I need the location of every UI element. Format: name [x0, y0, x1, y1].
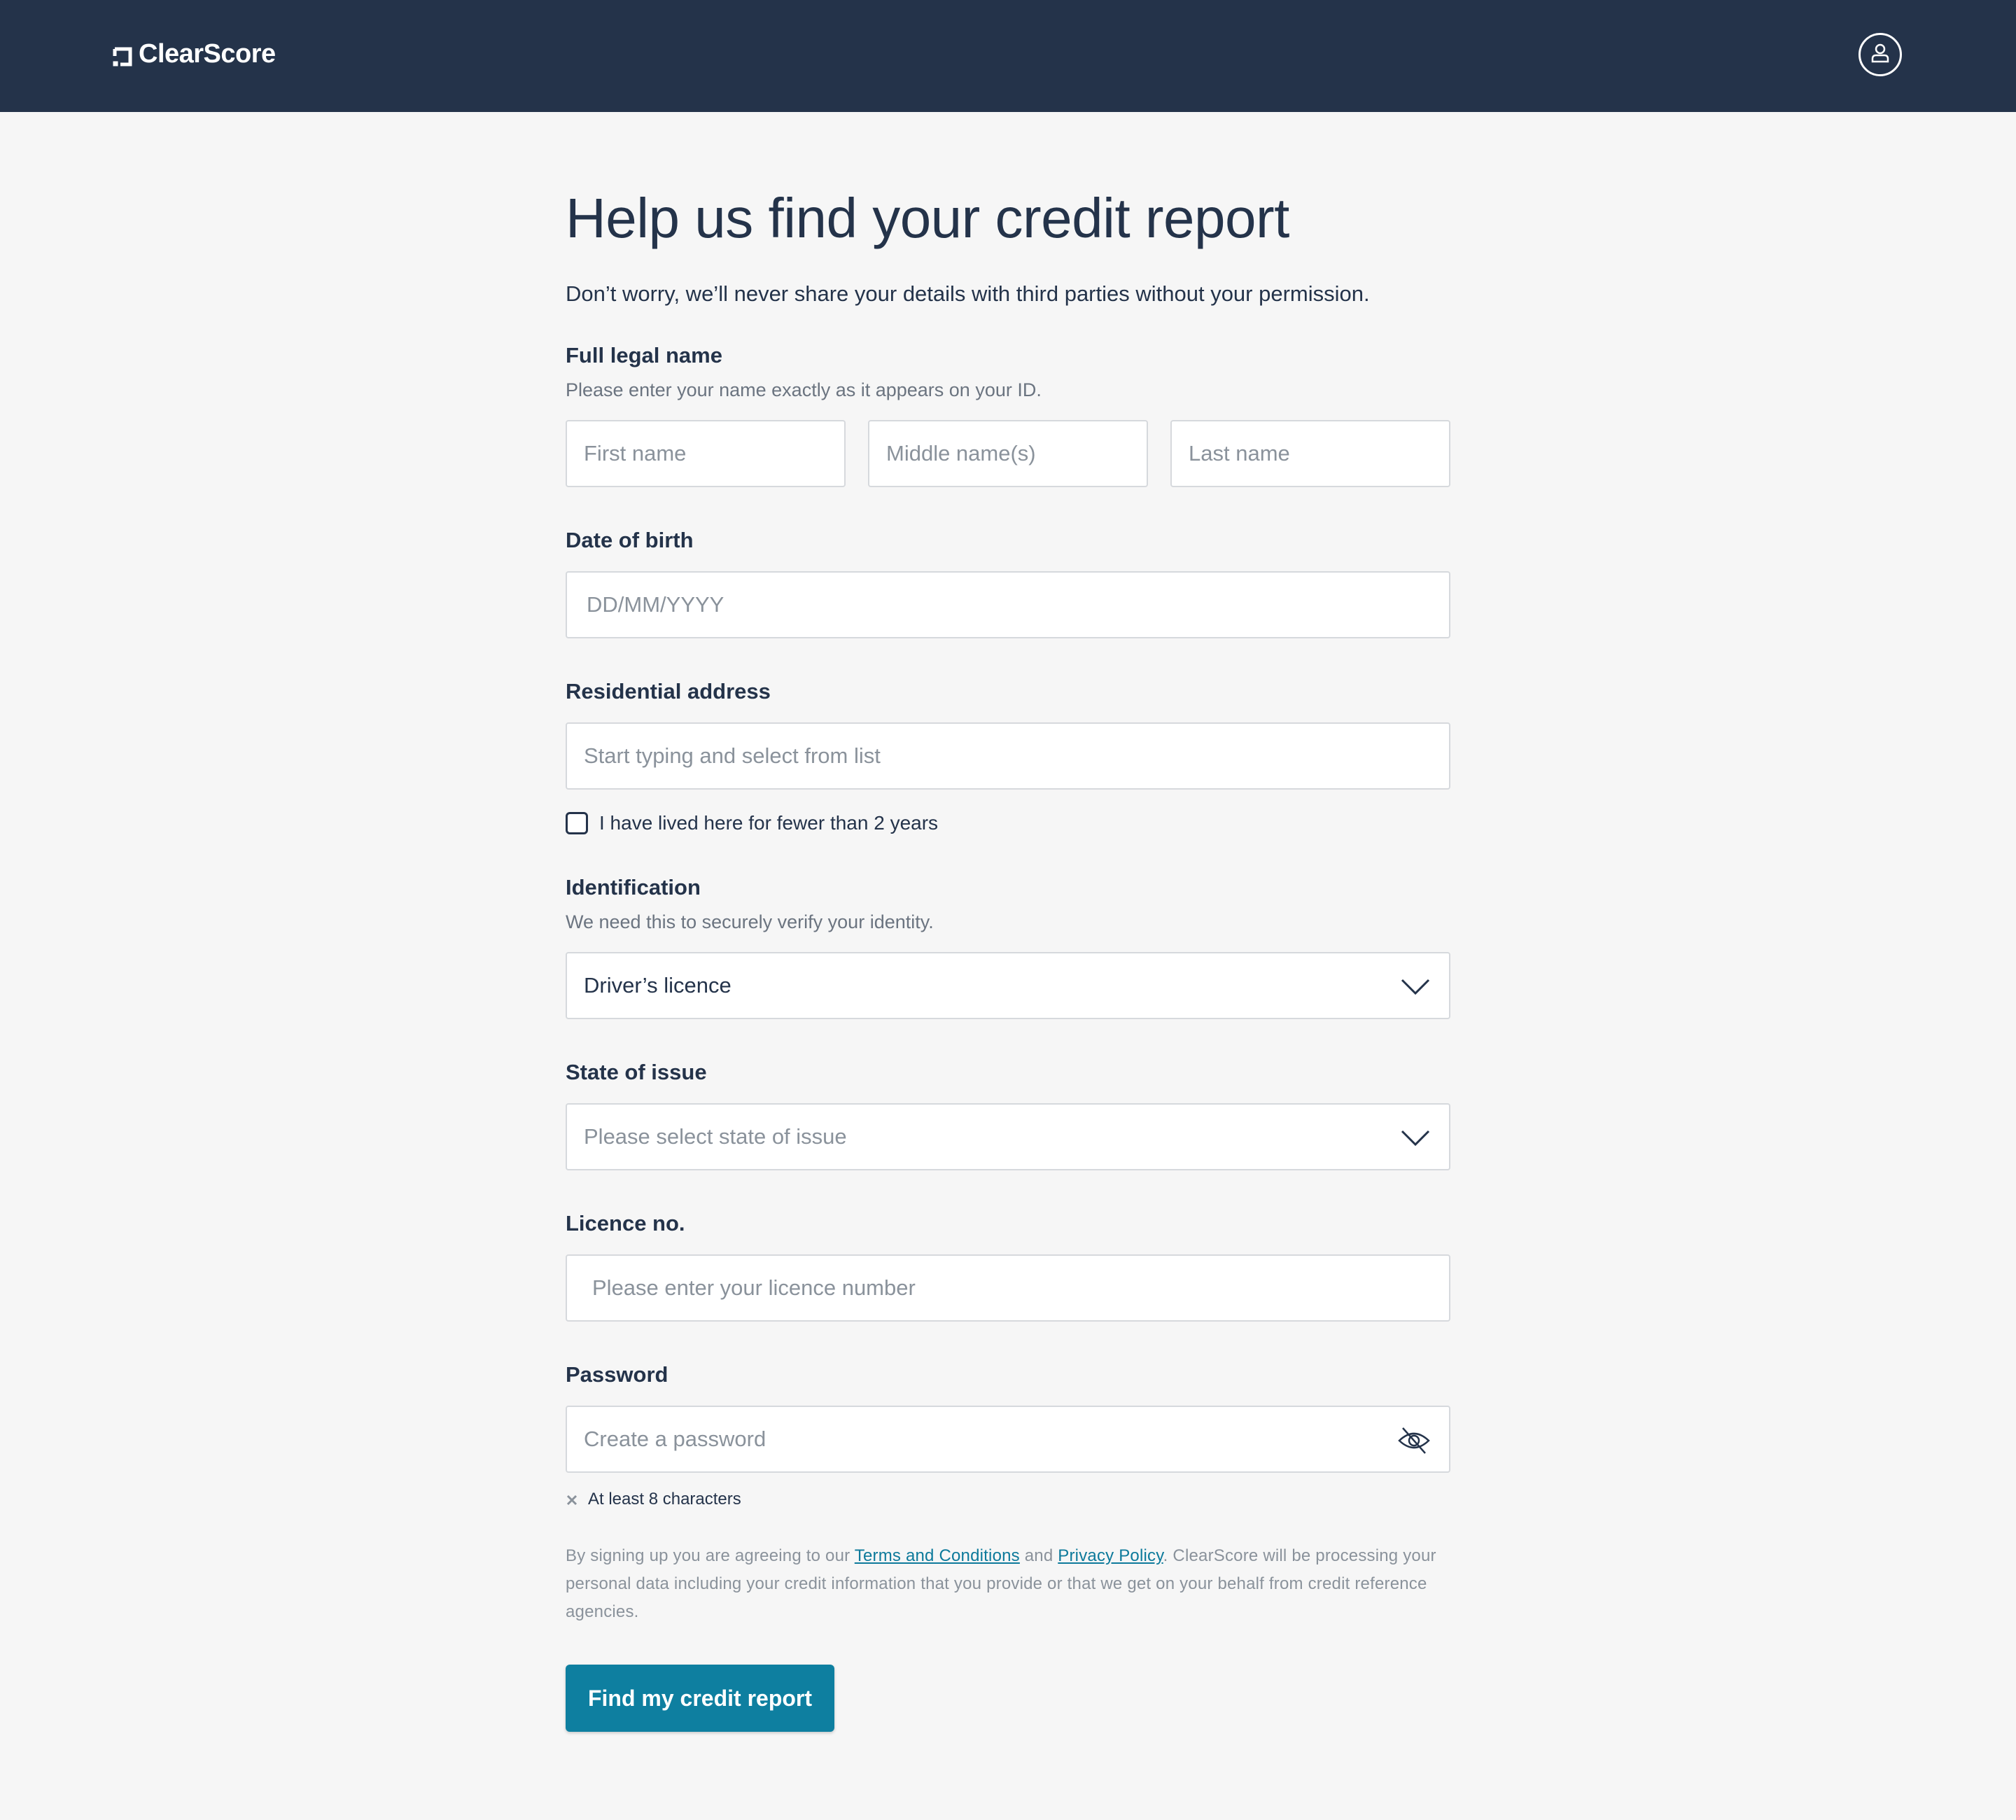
dob-input[interactable]: DD/MM/YYYY — [566, 571, 1450, 638]
chevron-down-icon — [1400, 1124, 1431, 1152]
brand-name: ClearScore — [139, 39, 276, 69]
identification-selected-value: Driver’s licence — [584, 973, 732, 997]
identification-help: We need this to securely verify your ide… — [566, 911, 934, 932]
full-name-label: Full legal name — [566, 343, 722, 368]
password-placeholder: Create a password — [584, 1427, 766, 1451]
middle-name-input[interactable]: Middle name(s) — [868, 420, 1148, 487]
licence-input[interactable]: Please enter your licence number — [566, 1254, 1450, 1322]
identification-label: Identification — [566, 875, 701, 899]
lived-here-checkbox[interactable] — [566, 812, 588, 834]
dob-label: Date of birth — [566, 528, 694, 552]
state-placeholder: Please select state of issue — [584, 1124, 847, 1149]
password-requirement: At least 8 characters — [588, 1490, 741, 1508]
identification-select[interactable]: Driver’s licence — [566, 952, 1450, 1019]
terms-link[interactable]: Terms and Conditions — [855, 1546, 1020, 1565]
password-input[interactable]: Create a password — [566, 1406, 1450, 1473]
eye-off-icon[interactable] — [1397, 1424, 1431, 1457]
user-icon — [1870, 43, 1891, 67]
account-button[interactable] — [1858, 33, 1902, 76]
first-name-input[interactable]: First name — [566, 420, 846, 487]
legal-disclaimer: By signing up you are agreeing to our Te… — [566, 1542, 1450, 1626]
state-label: State of issue — [566, 1060, 707, 1084]
lived-here-label[interactable]: I have lived here for fewer than 2 years — [599, 812, 938, 834]
chevron-down-icon — [1400, 973, 1431, 1001]
address-label: Residential address — [566, 679, 771, 704]
password-label: Password — [566, 1362, 668, 1387]
legal-prefix: By signing up you are agreeing to our — [566, 1546, 855, 1565]
legal-and: and — [1019, 1546, 1058, 1565]
page-subtitle: Don’t worry, we’ll never share your deta… — [566, 281, 1370, 306]
address-input[interactable]: Start typing and select from list — [566, 722, 1450, 790]
state-select[interactable]: Please select state of issue — [566, 1103, 1450, 1170]
full-name-help: Please enter your name exactly as it app… — [566, 379, 1042, 400]
clearscore-logo[interactable]: ClearScore — [112, 39, 276, 69]
requirement-unmet-icon — [566, 1494, 578, 1506]
last-name-input[interactable]: Last name — [1170, 420, 1450, 487]
find-credit-report-button[interactable]: Find my credit report — [566, 1665, 834, 1732]
privacy-link[interactable]: Privacy Policy — [1058, 1546, 1163, 1565]
page-title: Help us find your credit report — [566, 187, 1289, 249]
licence-label: Licence no. — [566, 1211, 685, 1236]
top-navigation-bar: ClearScore — [0, 0, 2016, 112]
clearscore-mark-icon — [112, 44, 133, 66]
